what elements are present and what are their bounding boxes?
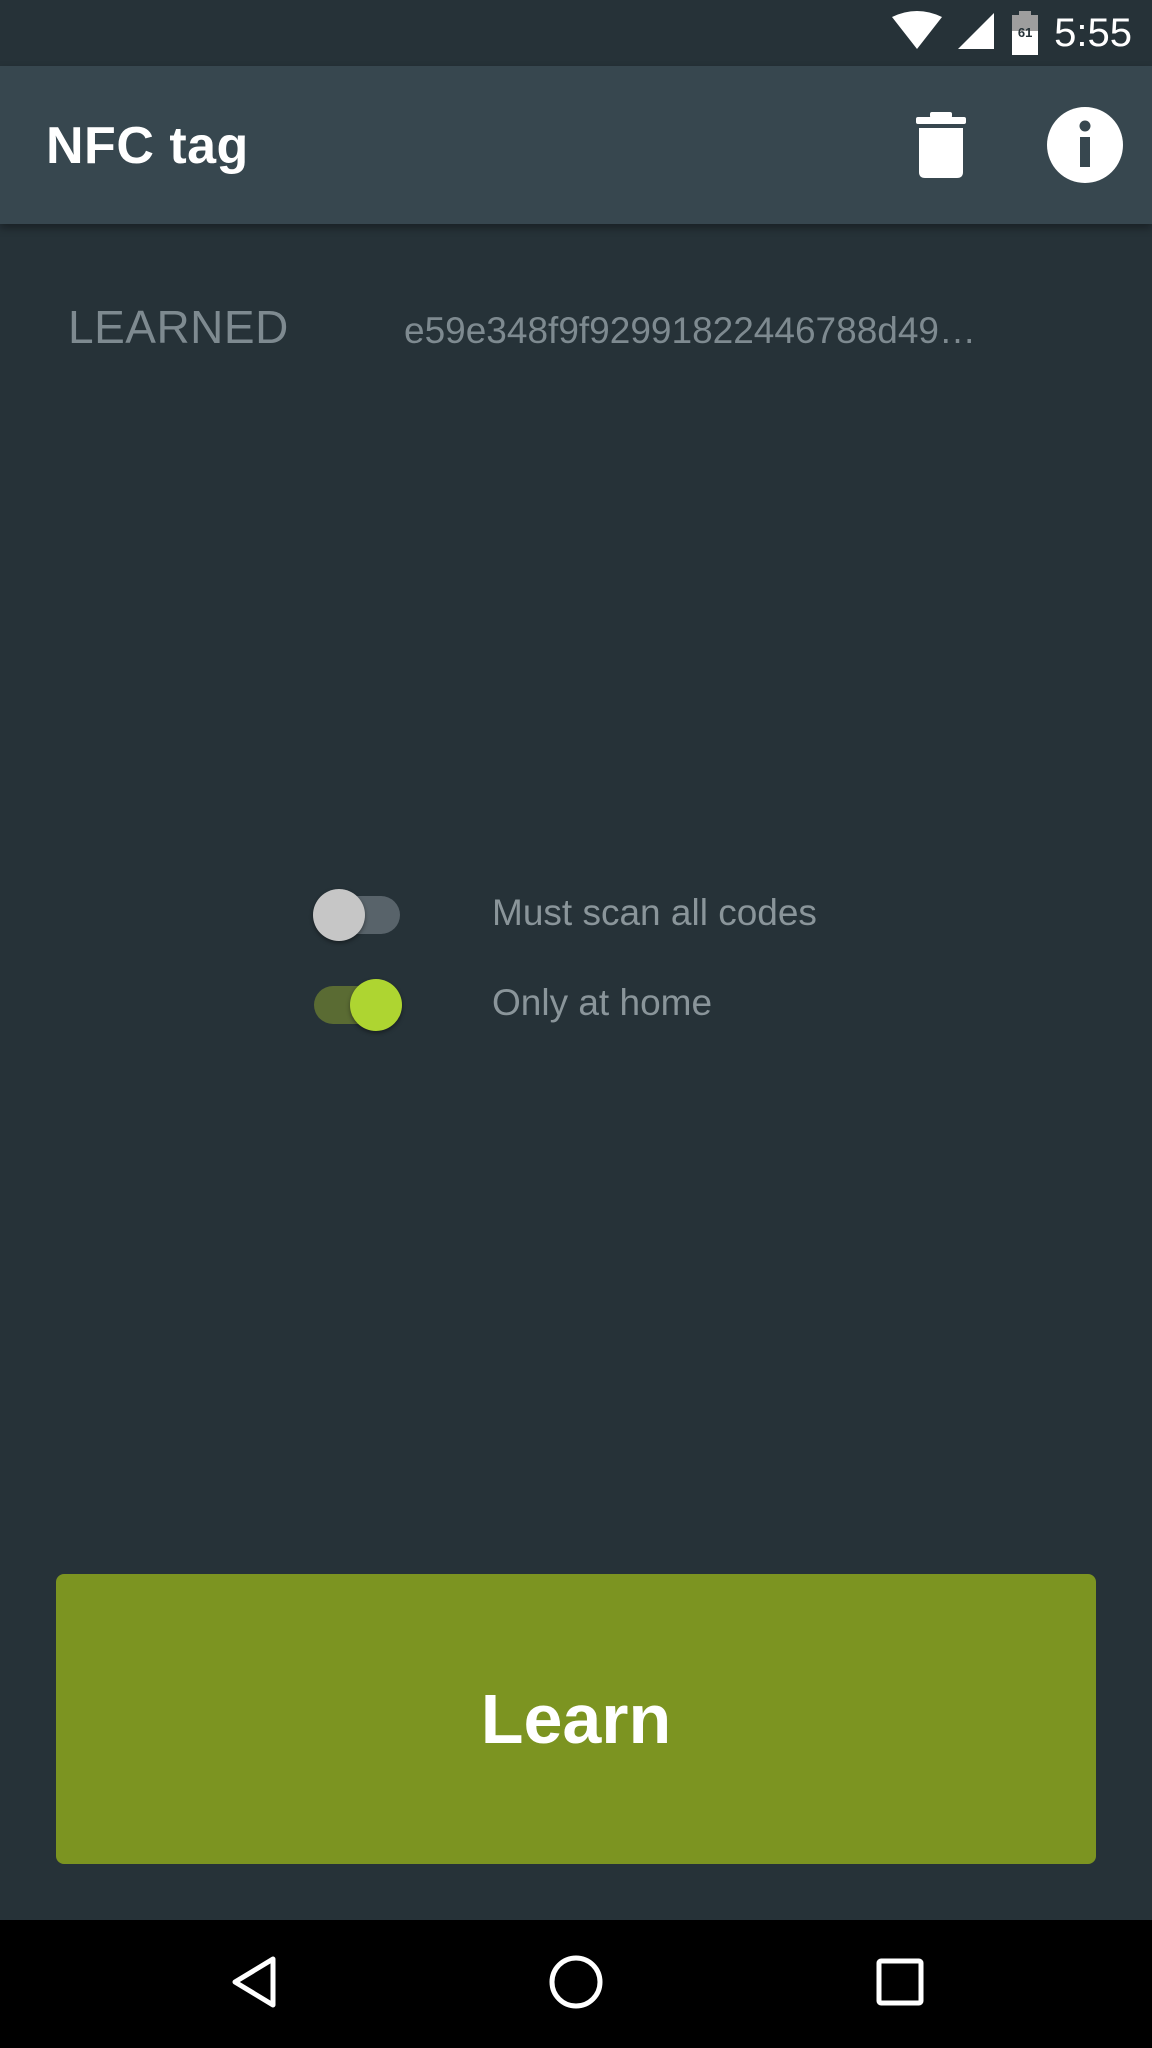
battery-level: 61 [1017, 25, 1033, 40]
app-actions [902, 106, 1124, 188]
home-icon [548, 1954, 604, 2015]
option-must-scan-all-codes: Must scan all codes [0, 880, 1152, 950]
only-at-home-label: Only at home [492, 982, 713, 1023]
option-only-at-home: Only at home [0, 970, 1152, 1040]
info-icon [1047, 106, 1123, 188]
status-bar: 61 5:55 [0, 0, 1152, 66]
status-time: 5:55 [1054, 10, 1132, 55]
learned-row: LEARNED e59e348f9f92991822446788d49… [0, 300, 1152, 360]
delete-button[interactable] [902, 108, 980, 186]
must-scan-all-codes-label: Must scan all codes [492, 892, 817, 933]
learned-label: LEARNED [68, 301, 289, 353]
info-button[interactable] [1046, 106, 1124, 188]
recents-icon [876, 1958, 924, 2011]
recents-button[interactable] [860, 1944, 940, 2024]
wifi-icon [892, 10, 943, 56]
learned-tag-id: e59e348f9f92991822446788d49… [404, 310, 977, 351]
cell-signal-icon [956, 11, 996, 56]
page-title: NFC tag [46, 117, 249, 175]
switch-thumb [313, 889, 365, 941]
switch-thumb [350, 979, 402, 1031]
back-icon [230, 1955, 278, 2014]
must-scan-all-codes-switch[interactable] [310, 880, 406, 950]
home-button[interactable] [536, 1944, 616, 2024]
back-button[interactable] [214, 1944, 294, 2024]
app-bar: NFC tag [0, 66, 1152, 224]
navigation-bar [0, 1920, 1152, 2048]
status-icons: 61 5:55 [892, 10, 1132, 56]
learn-button[interactable]: Learn [56, 1574, 1096, 1864]
trash-icon [916, 111, 966, 183]
battery-icon: 61 [1010, 11, 1040, 55]
only-at-home-switch[interactable] [310, 970, 406, 1040]
